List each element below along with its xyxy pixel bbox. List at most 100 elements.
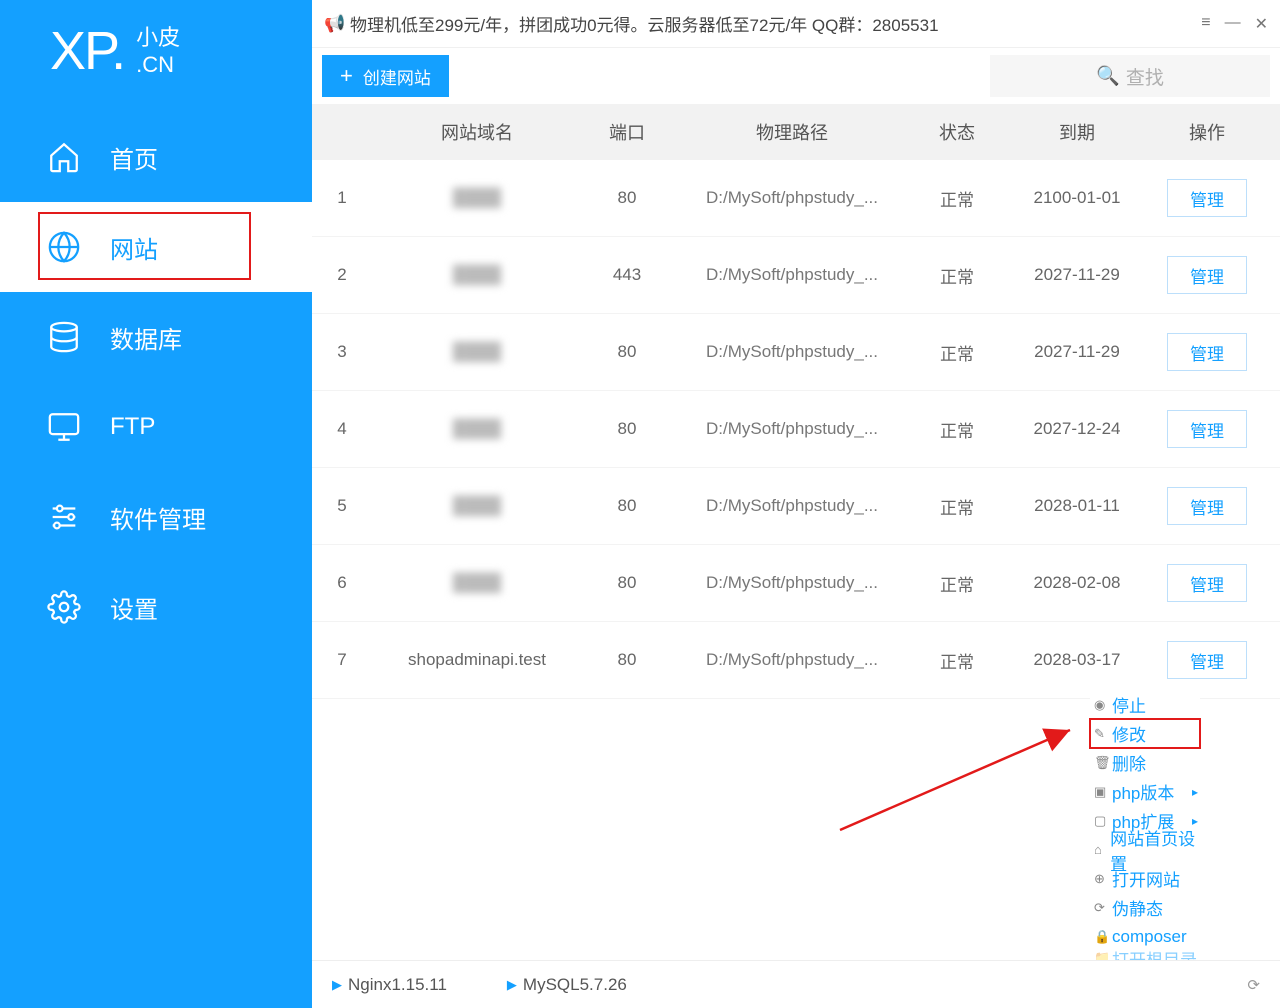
manage-button[interactable]: 管理 [1167, 179, 1247, 217]
row-status: 正常 [912, 571, 1002, 596]
row-index: 5 [312, 496, 372, 516]
nav-home[interactable]: 首页 [0, 112, 312, 202]
nav-ftp-label: FTP [110, 413, 155, 441]
row-path: D:/MySoft/phpstudy_... [672, 188, 912, 208]
row-path: D:/MySoft/phpstudy_... [672, 573, 912, 593]
table-row[interactable]: 5 ████ 80 D:/MySoft/phpstudy_... 正常 2028… [312, 468, 1280, 545]
menu-homepage[interactable]: ⌂网站首页设置 [1090, 835, 1200, 864]
nav-ftp[interactable]: FTP [0, 382, 312, 472]
row-expire: 2028-01-11 [1002, 496, 1152, 516]
row-status: 正常 [912, 340, 1002, 365]
manage-button[interactable]: 管理 [1167, 333, 1247, 371]
col-expire: 到期 [1002, 119, 1152, 145]
row-expire: 2100-01-01 [1002, 188, 1152, 208]
toolbar: + 创建网站 🔍 查找 [312, 48, 1280, 104]
row-port: 80 [582, 419, 672, 439]
nav-database-label: 数据库 [110, 320, 182, 355]
search-placeholder: 查找 [1126, 63, 1164, 90]
create-website-button[interactable]: + 创建网站 [322, 55, 449, 97]
home-small-icon: ⌂ [1094, 842, 1108, 857]
chevron-right-icon: ▸ [1192, 785, 1198, 799]
manage-button[interactable]: 管理 [1167, 487, 1247, 525]
manage-button[interactable]: 管理 [1167, 564, 1247, 602]
menu-delete[interactable]: 🗑删除 [1090, 748, 1200, 777]
row-domain: ████ [372, 342, 582, 362]
row-index: 3 [312, 342, 372, 362]
php-icon: ▣ [1094, 784, 1110, 800]
row-index: 4 [312, 419, 372, 439]
manage-button[interactable]: 管理 [1167, 256, 1247, 294]
table-header: 网站域名 端口 物理路径 状态 到期 操作 [312, 104, 1280, 160]
refresh-icon[interactable]: ⟳ [1247, 976, 1260, 994]
row-port: 80 [582, 342, 672, 362]
row-domain: ████ [372, 188, 582, 208]
row-domain: ████ [372, 496, 582, 516]
table-row[interactable]: 3 ████ 80 D:/MySoft/phpstudy_... 正常 2027… [312, 314, 1280, 391]
close-button[interactable]: ✕ [1255, 14, 1268, 34]
open-icon: ⊕ [1094, 871, 1110, 887]
nav-settings-label: 设置 [110, 590, 158, 625]
row-expire: 2028-03-17 [1002, 650, 1152, 670]
row-path: D:/MySoft/phpstudy_... [672, 419, 912, 439]
search-input[interactable]: 🔍 查找 [990, 55, 1270, 97]
play-icon: ▶ [507, 977, 517, 993]
trash-icon: 🗑 [1094, 755, 1110, 771]
menu-icon[interactable]: ≡ [1201, 14, 1210, 34]
nav-database[interactable]: 数据库 [0, 292, 312, 382]
manage-button[interactable]: 管理 [1167, 641, 1247, 679]
status-mysql[interactable]: ▶MySQL5.7.26 [507, 975, 627, 995]
search-icon: 🔍 [1096, 64, 1120, 88]
col-status: 状态 [912, 119, 1002, 145]
menu-edit[interactable]: ✎修改 [1090, 719, 1200, 748]
home-icon [46, 139, 82, 175]
row-domain: shopadminapi.test [372, 650, 582, 670]
row-status: 正常 [912, 417, 1002, 442]
play-icon: ▶ [332, 977, 342, 993]
nav-software-label: 软件管理 [110, 500, 206, 535]
status-nginx[interactable]: ▶Nginx1.15.11 [332, 975, 447, 995]
minimize-button[interactable]: — [1225, 14, 1241, 34]
create-website-label: 创建网站 [363, 64, 431, 89]
sidebar: XP. 小皮 .CN 首页 网站 数据库 FTP 软件管理 [0, 0, 312, 1008]
row-domain: ████ [372, 419, 582, 439]
menu-stop[interactable]: ◉停止 [1090, 690, 1200, 719]
col-action: 操作 [1152, 119, 1262, 145]
manage-button[interactable]: 管理 [1167, 410, 1247, 448]
row-path: D:/MySoft/phpstudy_... [672, 265, 912, 285]
nav-website[interactable]: 网站 [0, 202, 312, 292]
row-port: 443 [582, 265, 672, 285]
nav-software[interactable]: 软件管理 [0, 472, 312, 562]
sliders-icon [46, 499, 82, 535]
row-port: 80 [582, 188, 672, 208]
table-row[interactable]: 1 ████ 80 D:/MySoft/phpstudy_... 正常 2100… [312, 160, 1280, 237]
statusbar: ▶Nginx1.15.11 ▶MySQL5.7.26 ⟳ [312, 960, 1280, 1008]
row-domain: ████ [372, 265, 582, 285]
nav-home-label: 首页 [110, 140, 158, 175]
row-expire: 2027-11-29 [1002, 342, 1152, 362]
row-path: D:/MySoft/phpstudy_... [672, 342, 912, 362]
logo-sub1: 小皮 [136, 24, 180, 52]
row-port: 80 [582, 573, 672, 593]
col-path: 物理路径 [672, 119, 912, 145]
context-menu: ◉停止 ✎修改 🗑删除 ▣php版本▸ ▢php扩展▸ ⌂网站首页设置 ⊕打开网… [1090, 690, 1200, 965]
menu-composer[interactable]: 🔒composer [1090, 922, 1200, 951]
row-port: 80 [582, 650, 672, 670]
logo-main: XP. [50, 20, 124, 82]
menu-php-version[interactable]: ▣php版本▸ [1090, 777, 1200, 806]
menu-open[interactable]: ⊕打开网站 [1090, 864, 1200, 893]
row-index: 7 [312, 650, 372, 670]
table-row[interactable]: 7 shopadminapi.test 80 D:/MySoft/phpstud… [312, 622, 1280, 699]
row-expire: 2027-11-29 [1002, 265, 1152, 285]
edit-icon: ✎ [1094, 726, 1110, 742]
row-domain: ████ [372, 573, 582, 593]
nav-settings[interactable]: 设置 [0, 562, 312, 652]
table-row[interactable]: 6 ████ 80 D:/MySoft/phpstudy_... 正常 2028… [312, 545, 1280, 622]
row-status: 正常 [912, 648, 1002, 673]
row-path: D:/MySoft/phpstudy_... [672, 650, 912, 670]
gear-icon [46, 589, 82, 625]
row-status: 正常 [912, 263, 1002, 288]
menu-pseudo-static[interactable]: ⟳伪静态 [1090, 893, 1200, 922]
table-row[interactable]: 4 ████ 80 D:/MySoft/phpstudy_... 正常 2027… [312, 391, 1280, 468]
table-row[interactable]: 2 ████ 443 D:/MySoft/phpstudy_... 正常 202… [312, 237, 1280, 314]
lock-icon: 🔒 [1094, 929, 1110, 945]
